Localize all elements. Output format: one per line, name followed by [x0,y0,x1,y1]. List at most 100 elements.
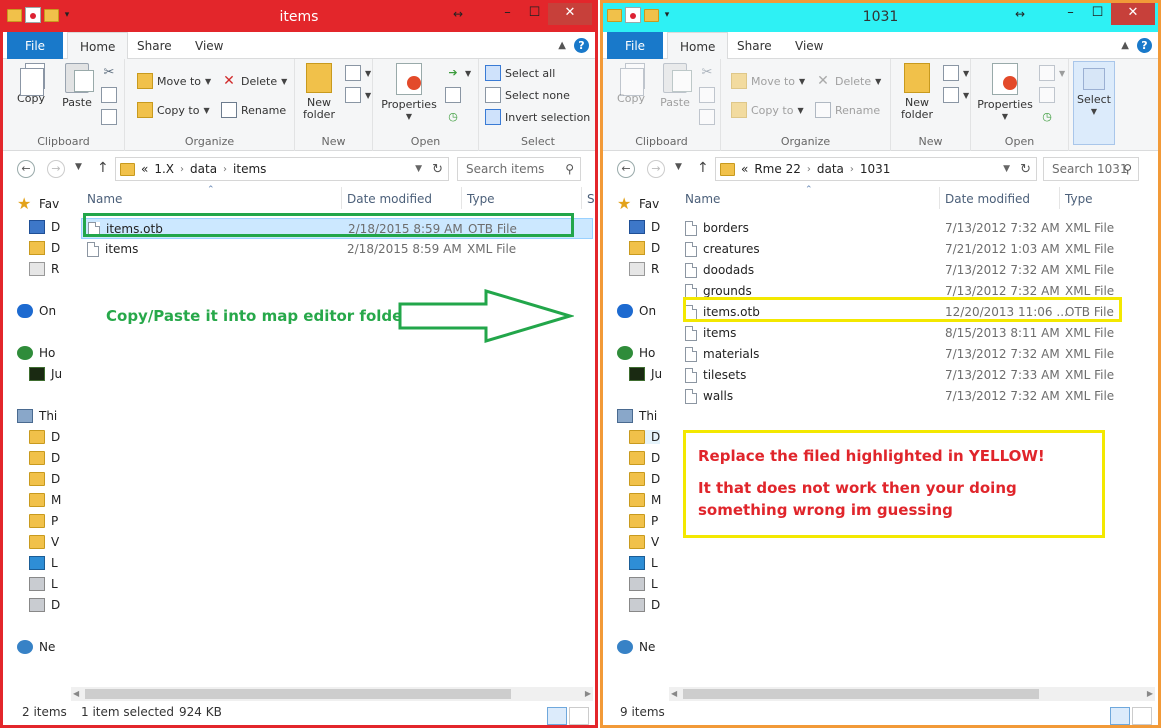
open-button[interactable]: ➔ ▼ [445,65,471,81]
forward-button[interactable]: → [47,160,65,178]
nav-item-onedrive[interactable]: On [17,304,56,318]
nav-item-local-disk[interactable]: L [629,577,658,591]
delete-button[interactable]: ✕ Delete ▼ [815,73,881,89]
address-bar[interactable]: « Rme 22 › data › 1031 ▼ ↻ [715,157,1037,181]
easy-access-button[interactable]: ▼ [345,87,371,103]
breadcrumb-item[interactable]: data [190,162,217,176]
scroll-right-icon[interactable]: ▶ [1147,687,1153,701]
help-icon[interactable]: ? [1137,38,1152,53]
close-button[interactable]: ✕ [1111,3,1155,25]
nav-item-desktop[interactable]: D [629,220,660,234]
paste-button[interactable]: Paste [655,63,695,109]
nav-item-dvd[interactable]: D [29,598,60,612]
nav-item-downloads[interactable]: D [29,241,60,255]
nav-item-homegroup-user[interactable]: Ju [29,367,62,381]
nav-item-homegroup-user[interactable]: Ju [629,367,662,381]
back-button[interactable]: ← [17,160,35,178]
address-bar[interactable]: « 1.X › data › items ▼ ↻ [115,157,449,181]
maximize-button[interactable]: ☐ [521,3,548,25]
close-button[interactable]: ✕ [548,3,592,25]
file-row[interactable]: items 8/15/2013 8:11 AM XML File [679,323,1155,344]
scrollbar-thumb[interactable] [683,689,1039,699]
edit-button[interactable] [1039,87,1055,103]
breadcrumb-overflow[interactable]: « [741,162,748,176]
horizontal-scrollbar[interactable]: ◀ ▶ [71,687,593,701]
move-to-button[interactable]: Move to ▼ [731,73,805,89]
details-view-button[interactable] [1110,707,1130,725]
select-all-button[interactable]: Select all [485,65,555,81]
breadcrumb-item[interactable]: 1031 [860,162,891,176]
file-row[interactable]: creatures 7/21/2012 1:03 AM XML File [679,239,1155,260]
back-button[interactable]: ← [617,160,635,178]
nav-item-local-disk[interactable]: L [29,556,58,570]
column-header-date[interactable]: Date modified [347,192,432,206]
copy-button[interactable]: Copy [611,63,651,105]
select-button[interactable]: Select ▼ [1073,61,1115,145]
nav-item-favorites[interactable]: ★ Fav [617,196,659,212]
nav-item-favorites[interactable]: ★ Fav [17,196,59,212]
delete-button[interactable]: ✕ Delete ▼ [221,73,287,89]
nav-item-pictures[interactable]: P [29,514,58,528]
copy-to-button[interactable]: Copy to ▼ [731,102,804,118]
nav-item-music[interactable]: M [29,493,61,507]
new-folder-button[interactable]: New folder [301,63,337,121]
up-button[interactable]: ↑ [97,160,109,176]
new-item-button[interactable]: ▼ [943,65,969,81]
breadcrumb-separator-icon[interactable]: › [223,164,227,175]
tab-home[interactable]: Home [667,32,729,60]
minimize-button[interactable]: – [494,3,521,25]
copy-to-button[interactable]: Copy to ▼ [137,102,210,118]
nav-item-folder[interactable]: D [29,472,60,486]
easy-access-button[interactable]: ▼ [943,87,969,103]
file-row[interactable]: borders 7/13/2012 7:32 AM XML File [679,218,1155,239]
nav-item-folder[interactable]: D [629,472,660,486]
scroll-left-icon[interactable]: ◀ [73,687,79,701]
copy-path-button[interactable] [699,87,715,103]
search-input[interactable]: Search items ⚲ [457,157,581,181]
ribbon-collapse-icon[interactable]: ▲ [558,40,566,51]
scroll-right-icon[interactable]: ▶ [585,687,591,701]
search-icon[interactable]: ⚲ [1123,158,1132,180]
history-button[interactable]: ◷ [1039,109,1055,125]
address-dropdown-icon[interactable]: ▼ [1003,164,1010,174]
scrollbar-thumb[interactable] [85,689,511,699]
new-folder-button[interactable]: New folder [899,63,935,121]
nav-item-dvd[interactable]: D [629,598,660,612]
breadcrumb-separator-icon[interactable]: › [850,164,854,175]
breadcrumb-separator-icon[interactable]: › [807,164,811,175]
column-header-size[interactable]: S [587,192,595,206]
tab-file[interactable]: File [7,32,63,59]
history-button[interactable]: ◷ [445,109,461,125]
search-input[interactable]: Search 1031 ⚲ [1043,157,1139,181]
tab-view[interactable]: View [783,32,835,59]
nav-item-videos[interactable]: V [629,535,659,549]
nav-item-local-disk[interactable]: L [629,556,658,570]
column-header-type[interactable]: Type [1065,192,1093,206]
details-view-button[interactable] [547,707,567,725]
tab-share[interactable]: Share [725,32,784,59]
paste-button[interactable]: Paste [57,63,97,109]
nav-item-desktop[interactable]: D [29,220,60,234]
recent-locations-icon[interactable]: ▼ [675,162,682,172]
tab-file[interactable]: File [607,32,663,59]
nav-item-videos[interactable]: V [29,535,59,549]
maximize-button[interactable]: ☐ [1084,3,1111,25]
breadcrumb-overflow[interactable]: « [141,162,148,176]
nav-item-folder[interactable]: D [629,430,661,444]
column-header-name[interactable]: Name [685,192,720,206]
file-row[interactable]: materials 7/13/2012 7:32 AM XML File [679,344,1155,365]
search-icon[interactable]: ⚲ [565,158,574,180]
tab-home[interactable]: Home [67,32,129,60]
file-row[interactable]: walls 7/13/2012 7:32 AM XML File [679,386,1155,407]
nav-item-this-pc[interactable]: Thi [617,409,657,423]
minimize-button[interactable]: – [1057,3,1084,25]
column-header-type[interactable]: Type [467,192,495,206]
column-header-name[interactable]: Name [87,192,122,206]
nav-item-this-pc[interactable]: Thi [17,409,57,423]
ribbon-collapse-icon[interactable]: ▲ [1121,40,1129,51]
nav-item-recent[interactable]: R [29,262,59,276]
column-divider[interactable] [1059,187,1060,209]
breadcrumb-item[interactable]: 1.X [154,162,174,176]
nav-item-recent[interactable]: R [629,262,659,276]
paste-shortcut-button[interactable] [699,109,715,125]
